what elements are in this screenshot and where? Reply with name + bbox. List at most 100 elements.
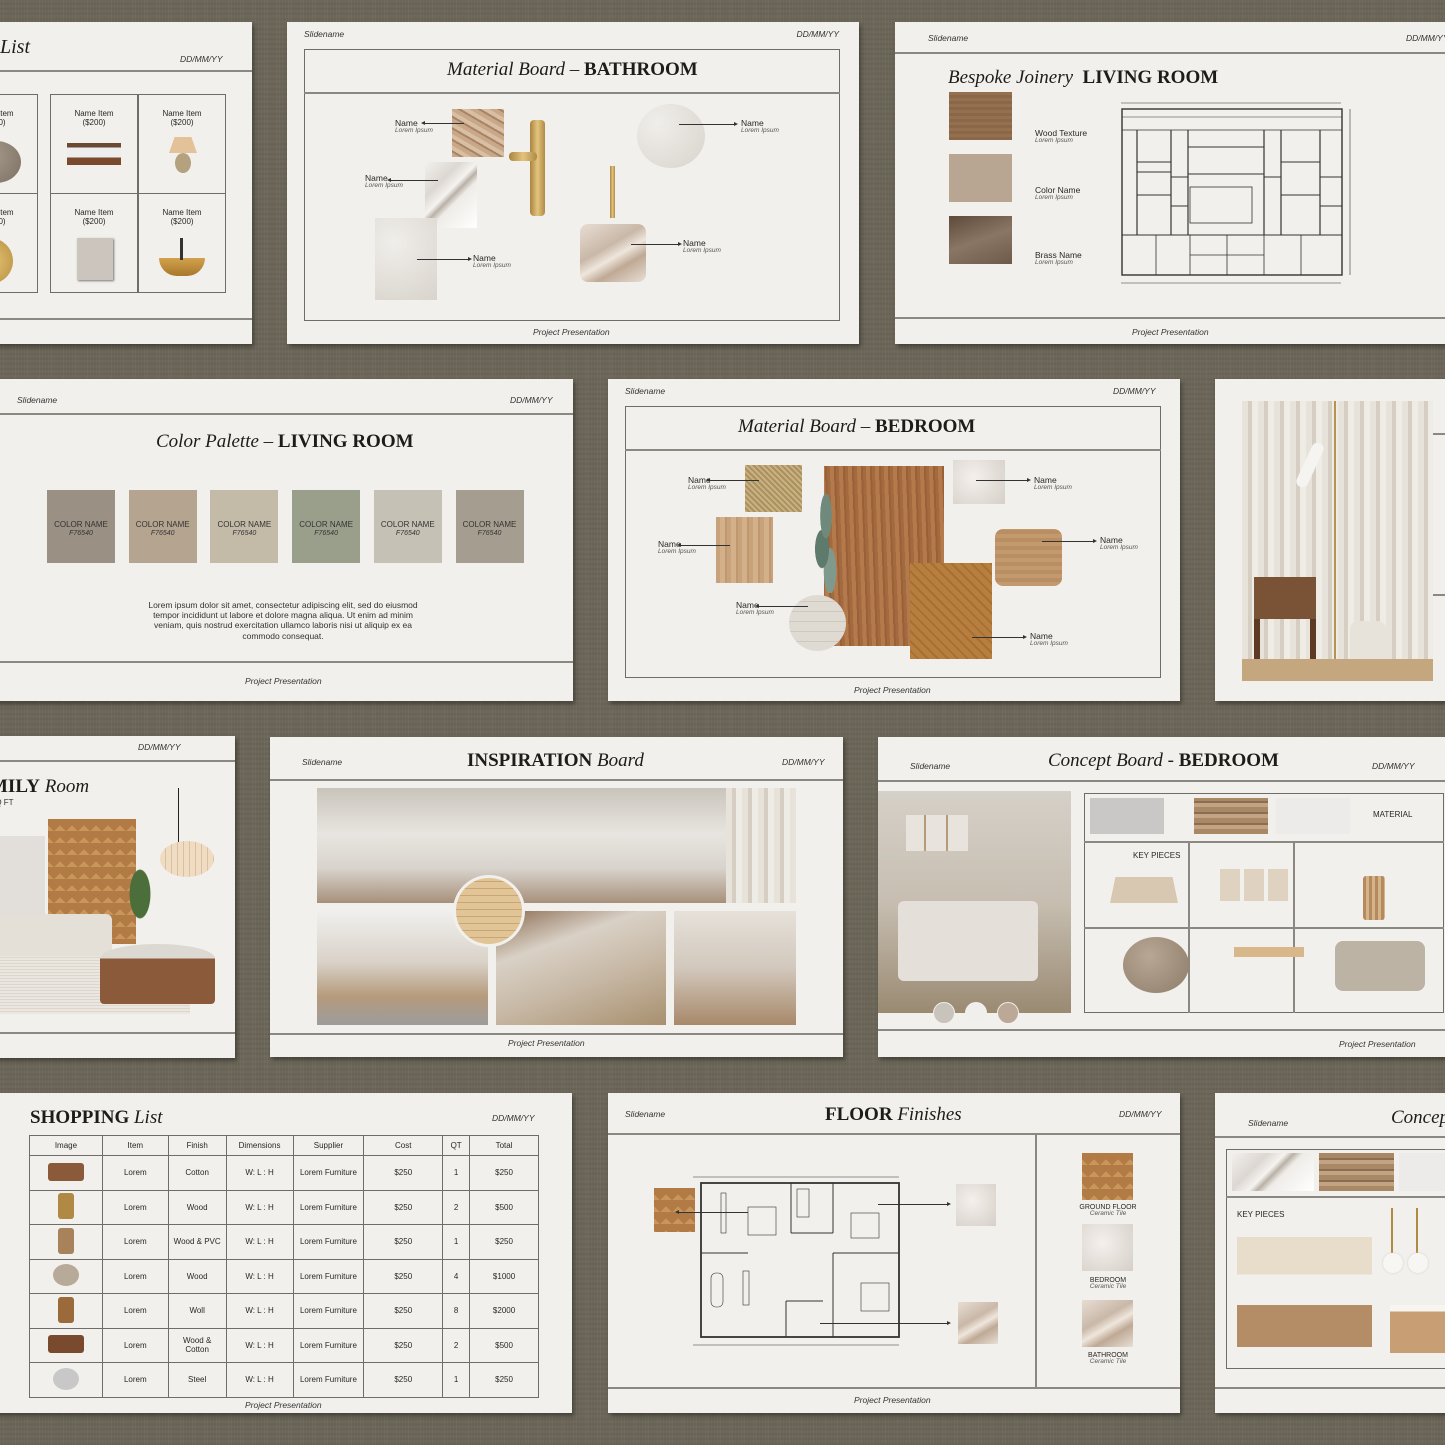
vessel-sink-image [159, 258, 205, 276]
table-row[interactable]: Lorem Wood W: L : H Lorem Furniture $250 2 $50… [29, 1189, 539, 1225]
date-label: DD/MM/YY [1119, 1109, 1162, 1119]
finish-label: BATHROOM Ceramic Tile [1088, 1352, 1128, 1366]
lamp-shade [1294, 440, 1326, 490]
row-image [29, 1155, 103, 1191]
palette-dot [965, 1002, 987, 1024]
column-header: Total [469, 1135, 539, 1156]
slide-family-room[interactable]: DD/MM/YY MILY Room SQ FT [0, 736, 235, 1058]
slide-bespoke-joinery[interactable]: Slidename DD/MM/YY Bespoke Joinery LIVIN… [895, 22, 1445, 344]
table-row[interactable]: Lorem Woll W: L : H Lorem Furniture $250 8 $20… [29, 1293, 539, 1329]
item-name: Name Item [74, 109, 114, 118]
column-header: Supplier [292, 1135, 365, 1156]
grid-item[interactable]: Name Item ($200) [138, 193, 226, 293]
grid-item[interactable]: Name Item ($200) [0, 94, 38, 194]
grid-item[interactable]: Name Item ($200) [0, 193, 38, 293]
cell-qt: 2 [442, 1189, 471, 1225]
pendant-shade [160, 841, 214, 877]
marble-swatch [1232, 1153, 1314, 1191]
table-row[interactable]: Lorem Steel W: L : H Lorem Furniture $250 1 $2… [29, 1362, 539, 1398]
cell-qt: 1 [442, 1362, 471, 1398]
arrow-icon [387, 178, 438, 182]
material-label: Wood Texture Lorem Ipsum [1035, 128, 1088, 144]
color-code: F76540 [477, 529, 502, 537]
cell-finish: Wood [167, 1258, 227, 1294]
weave-swatch [745, 465, 802, 512]
mosaic-tile-swatch [452, 109, 504, 157]
cell-finish: Woll [167, 1293, 227, 1329]
arrow-icon [976, 478, 1031, 482]
bathroom-finish-swatch [1082, 1300, 1133, 1347]
color-swatch: COLOR NAME F76540 [128, 490, 197, 563]
cell-item: Lorem [101, 1293, 169, 1329]
footer-label: Project Presentation [508, 1038, 585, 1048]
slide-concept-bedroom[interactable]: Slidename DD/MM/YY Concept Board - BEDRO… [878, 737, 1445, 1057]
cell-dimensions: W: L : H [225, 1189, 294, 1225]
grid-item[interactable]: Name Item ($200) [138, 94, 226, 194]
material-label: Name Lorem Ipsum [365, 173, 403, 189]
footer-label: Project Presentation [533, 327, 610, 337]
kitchen-island-image [1390, 1305, 1445, 1353]
cell-total: $500 [469, 1327, 539, 1363]
slide-material-bedroom[interactable]: Slidename DD/MM/YY Material Board – BEDR… [608, 379, 1180, 701]
pendant-light-image [1363, 876, 1385, 920]
finish-label: GROUND FLOOR Ceramic Tile [1079, 1204, 1137, 1218]
color-name: COLOR NAME [54, 520, 108, 529]
shopping-table: Image Item Finish Dimensions Supplier Cost QT T… [29, 1135, 539, 1398]
date-label: DD/MM/YY [180, 54, 223, 64]
cell-total: $250 [469, 1224, 539, 1260]
faucet-spout [509, 152, 537, 161]
column-header: Dimensions [225, 1135, 294, 1156]
slide-concept-kitchen[interactable]: Slidename Concep KEY PIECES [1215, 1093, 1445, 1413]
item-name: Name Item [162, 208, 202, 217]
column-header: Cost [363, 1135, 444, 1156]
finish-label: BEDROOM Ceramic Tile [1089, 1277, 1127, 1291]
column-header: Item [101, 1135, 169, 1156]
slide-title: List [0, 36, 31, 58]
slide-shopping-grid[interactable]: List DD/MM/YY Name Item ($200) Name Item… [0, 22, 252, 344]
wall-art [906, 815, 968, 851]
color-swatch: COLOR NAME F76540 [455, 490, 524, 563]
cell-dimensions: W: L : H [225, 1155, 294, 1191]
slide-floor-finishes[interactable]: Slidename DD/MM/YY FLOOR Finishes GROUND… [608, 1093, 1180, 1413]
material-label: Name Lorem Ipsum [473, 253, 511, 269]
item-price: ($200) [170, 217, 194, 226]
color-name: COLOR NAME [217, 520, 272, 529]
cell-dimensions: W: L : H [225, 1327, 294, 1363]
palette-dot [997, 1002, 1019, 1024]
table-lamp-image [169, 137, 197, 153]
cell-supplier: Lorem Furniture [292, 1155, 365, 1191]
drain-image [610, 166, 615, 218]
slide-inspiration[interactable]: Slidename DD/MM/YY INSPIRATION Board Pro… [270, 737, 843, 1057]
bench-image [1234, 947, 1304, 957]
joinery-elevation-drawing [1121, 102, 1351, 284]
arrow-icon [675, 1210, 748, 1214]
grid-item[interactable]: Name Item ($200) [50, 193, 138, 293]
material-label: Name Lorem Ipsum [1100, 535, 1138, 551]
table-row[interactable]: Lorem Cotton W: L : H Lorem Furniture $250 1 $… [29, 1155, 539, 1191]
material-label: Name Lorem Ipsum [741, 118, 779, 134]
lamp-image [57, 1193, 74, 1220]
date-label: DD/MM/YY [1113, 386, 1156, 396]
date-label: DD/MM/YY [782, 757, 825, 767]
table-row[interactable]: Lorem Wood W: L : H Lorem Furniture $250 4 $10… [29, 1258, 539, 1294]
date-label: DD/MM/YY [138, 742, 181, 752]
slide-material-bathroom[interactable]: Slidename DD/MM/YY Material Board – BATH… [287, 22, 859, 344]
cell-finish: Steel [167, 1362, 227, 1398]
color-code: F76540 [69, 529, 93, 537]
cell-dimensions: W: L : H [225, 1258, 294, 1294]
slide-shopping-list[interactable]: SHOPPING List DD/MM/YY Image Item Finish Di… [0, 1093, 572, 1413]
date-label: DD/MM/YY [510, 395, 553, 405]
slide-photo[interactable] [1215, 379, 1445, 701]
bedroom-detail-photo [674, 911, 796, 1025]
slidename-label: Slidename [304, 29, 345, 39]
color-swatch: COLOR NAME F76540 [210, 490, 279, 563]
grid-item[interactable]: Name Item ($200) [50, 94, 138, 194]
slide-title: Material Board – BEDROOM [738, 416, 976, 437]
table-row[interactable]: Lorem Wood & Cotton W: L : H Lorem Furnitur… [29, 1327, 539, 1363]
cell-item: Lorem [101, 1362, 169, 1398]
palette-dot [933, 1002, 955, 1024]
globe-lamp [1408, 1253, 1428, 1273]
cell-dimensions: W: L : H [225, 1224, 294, 1260]
table-row[interactable]: Lorem Wood & PVC W: L : H Lorem Furniture $2… [29, 1224, 539, 1260]
slide-color-palette[interactable]: Slidename DD/MM/YY Color Palette – LIVIN… [0, 379, 573, 701]
